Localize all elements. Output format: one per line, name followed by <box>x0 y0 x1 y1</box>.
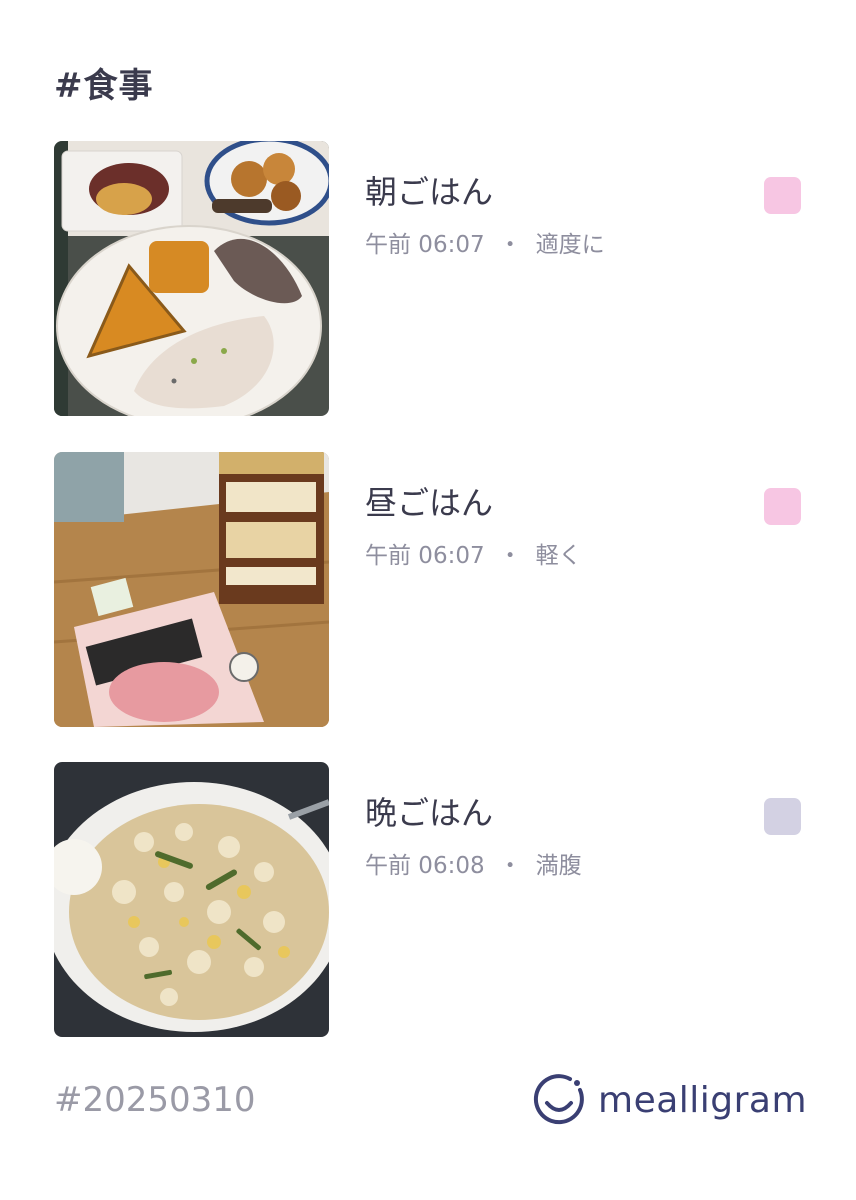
meta-separator: ・ <box>498 853 522 879</box>
meal-time: 午前 06:07 <box>365 232 485 258</box>
meal-time: 午前 06:08 <box>365 853 485 879</box>
brand-mark: mealligram <box>532 1072 807 1128</box>
meal-entry-dinner[interactable]: 晩ごはん 午前 06:08 ・満腹 <box>54 762 814 1038</box>
meal-title: 朝ごはん <box>365 173 494 211</box>
breakfast-photo[interactable] <box>54 141 329 416</box>
meal-meta: 午前 06:07 ・軽く <box>365 536 582 570</box>
mood-indicator <box>764 798 801 835</box>
mood-indicator <box>764 488 801 525</box>
meal-meta: 午前 06:07 ・適度に <box>365 225 605 259</box>
dinner-photo[interactable] <box>54 762 329 1037</box>
meal-note: 満腹 <box>535 853 582 879</box>
meal-note: 適度に <box>535 232 605 258</box>
lunch-photo[interactable] <box>54 452 329 727</box>
meal-note: 軽く <box>535 543 582 569</box>
page-title: #食事 <box>54 66 154 106</box>
meal-time: 午前 06:07 <box>365 543 485 569</box>
brand-name: mealligram <box>598 1079 808 1121</box>
mood-indicator <box>764 177 801 214</box>
date-hashtag: #20250310 <box>54 1080 256 1120</box>
meal-entry-breakfast[interactable]: 朝ごはん 午前 06:07 ・適度に <box>54 141 814 417</box>
meta-separator: ・ <box>498 232 522 258</box>
meal-title: 晩ごはん <box>365 794 494 832</box>
meta-separator: ・ <box>498 543 522 569</box>
meal-meta: 午前 06:08 ・満腹 <box>365 846 582 880</box>
meal-entry-lunch[interactable]: 昼ごはん 午前 06:07 ・軽く <box>54 452 814 728</box>
meal-title: 昼ごはん <box>365 484 494 522</box>
mealligram-logo-icon <box>533 1074 584 1125</box>
